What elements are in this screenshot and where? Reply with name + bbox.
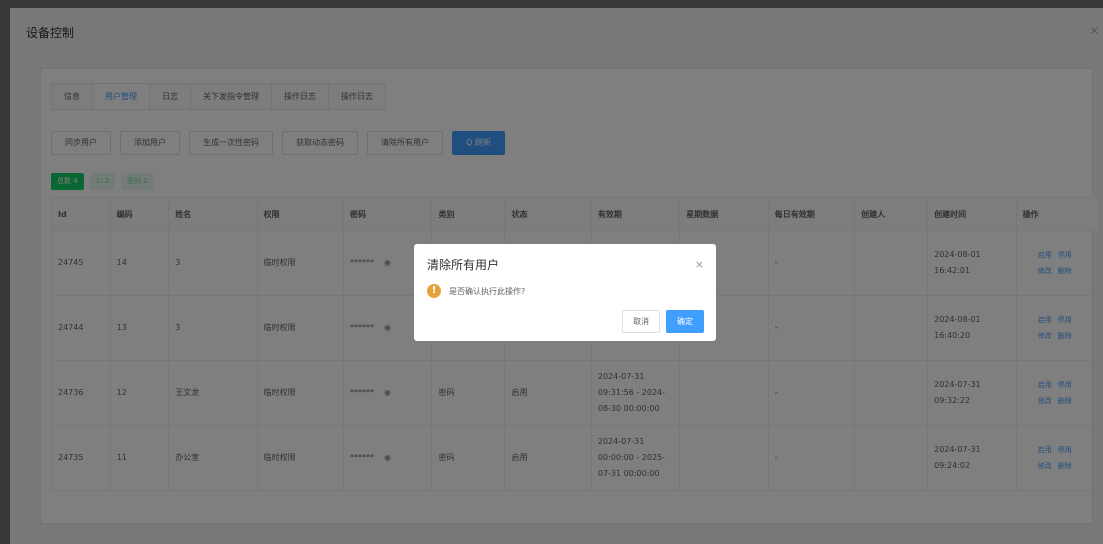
dialog-close-icon[interactable]: × — [695, 258, 704, 271]
dialog-footer: 取消 确定 — [622, 310, 704, 333]
warning-icon: ! — [427, 284, 441, 298]
dialog-body: ! 是否确认执行此操作? — [427, 284, 525, 298]
confirm-button[interactable]: 确定 — [666, 310, 704, 333]
cancel-button[interactable]: 取消 — [622, 310, 660, 333]
dialog-message: 是否确认执行此操作? — [449, 286, 526, 296]
dialog-title: 清除所有用户 — [427, 258, 500, 272]
clear-users-dialog: 清除所有用户 × ! 是否确认执行此操作? 取消 确定 — [414, 244, 716, 341]
